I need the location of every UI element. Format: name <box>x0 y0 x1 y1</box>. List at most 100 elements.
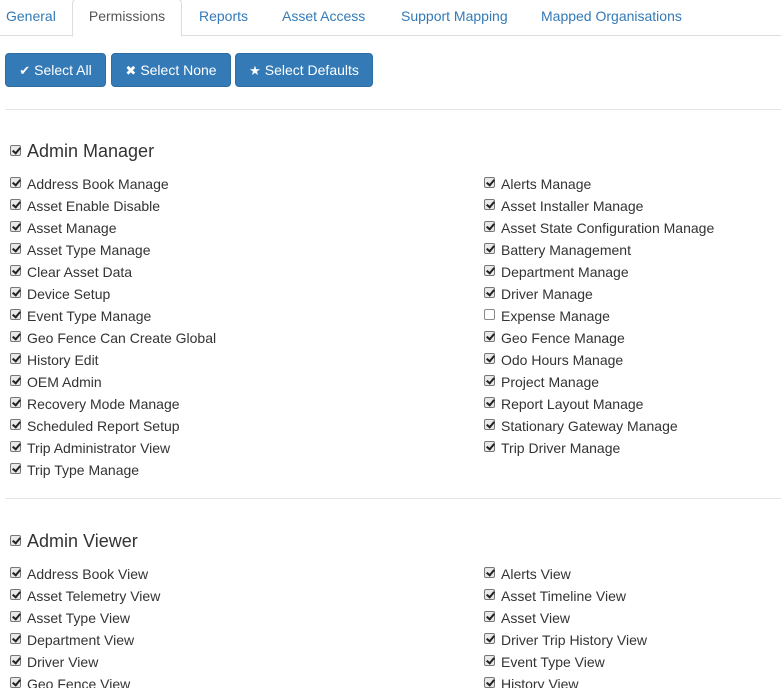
permission-label: Geo Fence View <box>27 676 131 688</box>
tab-permissions[interactable]: Permissions <box>72 0 182 37</box>
group-title-admin-manager: Admin Manager <box>27 141 155 161</box>
permission-checkbox[interactable] <box>10 243 21 254</box>
permission-checkbox[interactable] <box>10 397 21 408</box>
permission-label: Device Setup <box>27 286 111 302</box>
permission-checkbox[interactable] <box>484 199 495 210</box>
permission-checkbox[interactable] <box>484 441 495 452</box>
permission-label: Asset Telemetry View <box>27 588 161 604</box>
permission-label: Alerts Manage <box>501 176 592 192</box>
permission-checkbox[interactable] <box>10 419 21 430</box>
permission-checkbox[interactable] <box>10 177 21 188</box>
permission-label: Driver Manage <box>501 286 593 302</box>
select-none-button[interactable]: ✖ Select None <box>111 53 231 87</box>
permission-checkbox[interactable] <box>484 677 495 688</box>
select-none-label: Select None <box>140 62 217 78</box>
select-all-button[interactable]: ✔ Select All <box>5 53 106 87</box>
permission-label: Asset Type Manage <box>27 242 151 258</box>
permission-checkbox[interactable] <box>484 611 495 622</box>
permission-checkbox[interactable] <box>484 331 495 342</box>
star-icon: ★ <box>249 64 261 79</box>
permission-label: Odo Hours Manage <box>501 352 624 368</box>
permission-checkbox[interactable] <box>484 177 495 188</box>
permission-label: History Edit <box>27 352 99 368</box>
permission-label: Scheduled Report Setup <box>27 418 180 434</box>
permission-label: Asset Enable Disable <box>27 198 161 214</box>
check-icon: ✔ <box>19 64 31 79</box>
permission-label: Department View <box>27 632 135 648</box>
permission-label: Address Book Manage <box>27 176 169 192</box>
permission-label: Geo Fence Can Create Global <box>27 330 217 346</box>
select-defaults-label: Select Defaults <box>264 62 359 78</box>
tab-reports[interactable]: Reports <box>199 0 248 36</box>
permission-label: Asset Type View <box>27 610 130 626</box>
group-checkbox-admin-manager[interactable] <box>10 145 21 156</box>
permission-label: Trip Type Manage <box>27 462 140 478</box>
permission-label: Asset State Configuration Manage <box>501 220 715 236</box>
permission-label: Driver View <box>27 654 99 670</box>
permission-label: Stationary Gateway Manage <box>501 418 678 434</box>
permission-checkbox[interactable] <box>10 331 21 342</box>
permission-label: Trip Administrator View <box>27 440 171 456</box>
permission-label: History View <box>501 676 579 688</box>
permission-checkbox[interactable] <box>484 589 495 600</box>
permission-checkbox[interactable] <box>10 633 21 644</box>
permission-checkbox[interactable] <box>10 309 21 320</box>
permission-checkbox[interactable] <box>10 655 21 666</box>
select-all-label: Select All <box>34 62 92 78</box>
permission-label: Address Book View <box>27 566 149 582</box>
permission-label: Project Manage <box>501 374 600 390</box>
select-defaults-button[interactable]: ★ Select Defaults <box>235 53 373 87</box>
tab-support-mapping[interactable]: Support Mapping <box>401 0 508 36</box>
permission-checkbox[interactable] <box>10 589 21 600</box>
permission-label: Expense Manage <box>501 308 610 324</box>
nav-tabs: General Permissions Reports Asset Access… <box>0 0 781 37</box>
permission-label: Asset View <box>501 610 570 626</box>
permission-label: Alerts View <box>501 566 571 582</box>
permission-label: Clear Asset Data <box>27 264 133 280</box>
permission-label: Battery Management <box>501 242 631 258</box>
permission-checkbox[interactable] <box>10 567 21 578</box>
permission-checkbox[interactable] <box>10 441 21 452</box>
permission-checkbox[interactable] <box>484 287 495 298</box>
permission-checkbox[interactable] <box>10 287 21 298</box>
permission-label: OEM Admin <box>27 374 102 390</box>
group-title-admin-viewer: Admin Viewer <box>27 531 138 551</box>
divider <box>5 498 781 499</box>
permission-checkbox[interactable] <box>484 353 495 364</box>
permission-checkbox[interactable] <box>484 221 495 232</box>
permission-checkbox[interactable] <box>484 375 495 386</box>
permission-checkbox[interactable] <box>10 677 21 688</box>
permission-label: Event Type View <box>501 654 605 670</box>
permission-label: Department Manage <box>501 264 629 280</box>
permission-checkbox[interactable] <box>10 611 21 622</box>
permission-checkbox[interactable] <box>484 309 495 320</box>
permission-checkbox[interactable] <box>484 655 495 666</box>
permission-checkbox[interactable] <box>484 265 495 276</box>
permission-checkbox[interactable] <box>484 397 495 408</box>
permission-checkbox[interactable] <box>10 221 21 232</box>
permission-label: Event Type Manage <box>27 308 152 324</box>
permission-label: Asset Installer Manage <box>501 198 644 214</box>
permission-checkbox[interactable] <box>10 353 21 364</box>
tab-general[interactable]: General <box>6 0 56 36</box>
permission-label: Report Layout Manage <box>501 396 644 412</box>
permission-label: Asset Timeline View <box>501 588 627 604</box>
group-checkbox-admin-viewer[interactable] <box>10 535 21 546</box>
permission-label: Asset Manage <box>27 220 117 236</box>
times-icon: ✖ <box>125 64 137 79</box>
tab-asset-access[interactable]: Asset Access <box>282 0 365 36</box>
permission-label: Recovery Mode Manage <box>27 396 180 412</box>
permission-checkbox[interactable] <box>10 375 21 386</box>
permission-label: Driver Trip History View <box>501 632 647 648</box>
divider <box>5 109 781 110</box>
tab-mapped-organisations[interactable]: Mapped Organisations <box>541 0 682 36</box>
permission-checkbox[interactable] <box>484 567 495 578</box>
permission-checkbox[interactable] <box>10 199 21 210</box>
permission-checkbox[interactable] <box>484 633 495 644</box>
permission-checkbox[interactable] <box>10 463 21 474</box>
permission-checkbox[interactable] <box>10 265 21 276</box>
permission-checkbox[interactable] <box>484 243 495 254</box>
permission-label: Geo Fence Manage <box>501 330 625 346</box>
permission-label: Trip Driver Manage <box>501 440 621 456</box>
permission-checkbox[interactable] <box>484 419 495 430</box>
